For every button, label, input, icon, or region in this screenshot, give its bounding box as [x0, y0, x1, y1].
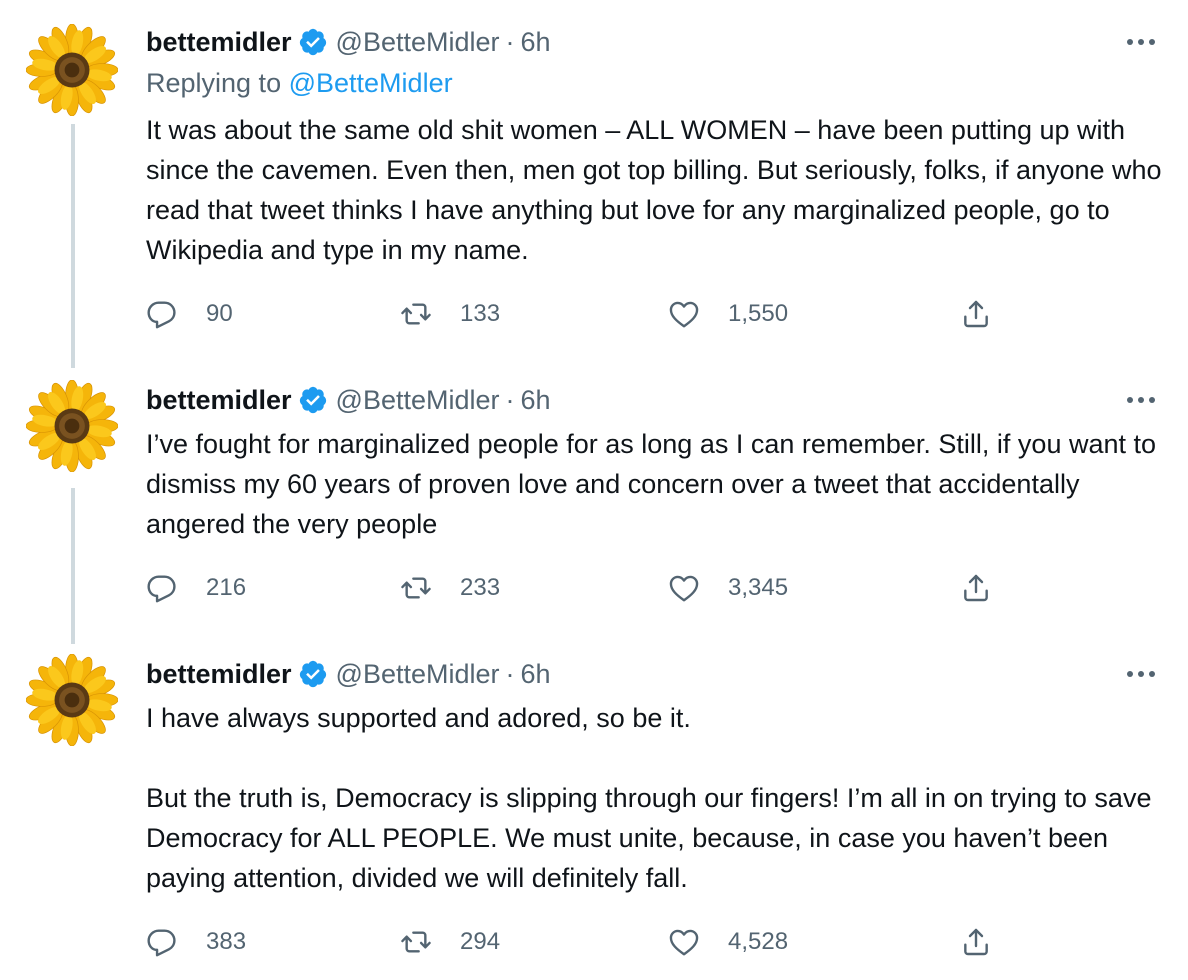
retweet-icon — [400, 298, 432, 330]
share-button[interactable] — [960, 294, 992, 334]
reply-count: 216 — [206, 574, 247, 601]
tweet-text: I have always supported and adored, so b… — [146, 698, 1166, 898]
retweet-count: 294 — [460, 928, 501, 955]
separator: · — [505, 384, 515, 415]
tweet-header: bettemidler @BetteMidler · 6h — [146, 24, 551, 60]
retweet-count: 133 — [460, 300, 501, 327]
share-icon — [960, 298, 992, 330]
share-icon — [960, 572, 992, 604]
tweet-text: It was about the same old shit women – A… — [146, 110, 1166, 270]
tweet-text: I’ve fought for marginalized people for … — [146, 424, 1166, 544]
user-handle[interactable]: @BetteMidler — [336, 385, 500, 416]
replying-to: Replying to @BetteMidler — [146, 68, 453, 99]
share-button[interactable] — [960, 568, 992, 608]
more-dots-icon[interactable] — [1124, 388, 1158, 412]
tweet-paragraph: I’ve fought for marginalized people for … — [146, 429, 1157, 539]
reply-icon — [146, 572, 178, 604]
retweet-button[interactable]: 233 — [400, 568, 500, 608]
heart-icon — [668, 926, 700, 958]
retweet-icon — [400, 572, 432, 604]
tweet-paragraph: I have always supported and adored, so b… — [146, 703, 691, 733]
timestamp[interactable]: 6h — [521, 659, 551, 690]
more-dots-icon[interactable] — [1124, 30, 1158, 54]
action-bar: 216 233 3,345 — [146, 568, 1006, 608]
reply-button[interactable]: 383 — [146, 922, 246, 962]
heart-icon — [668, 572, 700, 604]
thread-line — [71, 488, 75, 644]
like-button[interactable]: 3,345 — [668, 568, 788, 608]
reply-count: 90 — [206, 300, 233, 327]
like-count: 1,550 — [728, 300, 789, 327]
reply-button[interactable]: 90 — [146, 294, 233, 334]
tweet-paragraph: It was about the same old shit women – A… — [146, 115, 1162, 265]
like-button[interactable]: 4,528 — [668, 922, 788, 962]
verified-badge-icon — [298, 659, 328, 689]
like-button[interactable]: 1,550 — [668, 294, 788, 334]
heart-icon — [668, 298, 700, 330]
like-count: 3,345 — [728, 574, 789, 601]
retweet-button[interactable]: 294 — [400, 922, 500, 962]
display-name[interactable]: bettemidler — [146, 27, 292, 58]
reply-button[interactable]: 216 — [146, 568, 246, 608]
user-handle[interactable]: @BetteMidler — [336, 659, 500, 690]
sunflower-avatar[interactable] — [26, 654, 118, 746]
share-icon — [960, 926, 992, 958]
sunflower-avatar[interactable] — [26, 24, 118, 116]
replying-prefix: Replying to — [146, 68, 282, 98]
verified-badge-icon — [298, 385, 328, 415]
replying-to-link[interactable]: @BetteMidler — [289, 68, 453, 98]
user-handle[interactable]: @BetteMidler — [336, 27, 500, 58]
verified-badge-icon — [298, 27, 328, 57]
separator: · — [505, 658, 515, 689]
retweet-count: 233 — [460, 574, 501, 601]
retweet-button[interactable]: 133 — [400, 294, 500, 334]
sunflower-avatar[interactable] — [26, 380, 118, 472]
more-dots-icon[interactable] — [1124, 662, 1158, 686]
display-name[interactable]: bettemidler — [146, 385, 292, 416]
tweet[interactable]: bettemidler @BetteMidler · 6h Replying t… — [0, 0, 1188, 360]
like-count: 4,528 — [728, 928, 789, 955]
tweet-paragraph: But the truth is, Democracy is slipping … — [146, 783, 1152, 893]
retweet-icon — [400, 926, 432, 958]
tweet-header: bettemidler @BetteMidler · 6h — [146, 382, 551, 418]
reply-icon — [146, 298, 178, 330]
action-bar: 90 133 1,550 — [146, 294, 1006, 334]
tweet-header: bettemidler @BetteMidler · 6h — [146, 656, 551, 692]
reply-count: 383 — [206, 928, 247, 955]
share-button[interactable] — [960, 922, 992, 962]
timestamp[interactable]: 6h — [521, 27, 551, 58]
display-name[interactable]: bettemidler — [146, 659, 292, 690]
reply-icon — [146, 926, 178, 958]
timestamp[interactable]: 6h — [521, 385, 551, 416]
separator: · — [505, 26, 515, 57]
action-bar: 383 294 4,528 — [146, 922, 1006, 962]
